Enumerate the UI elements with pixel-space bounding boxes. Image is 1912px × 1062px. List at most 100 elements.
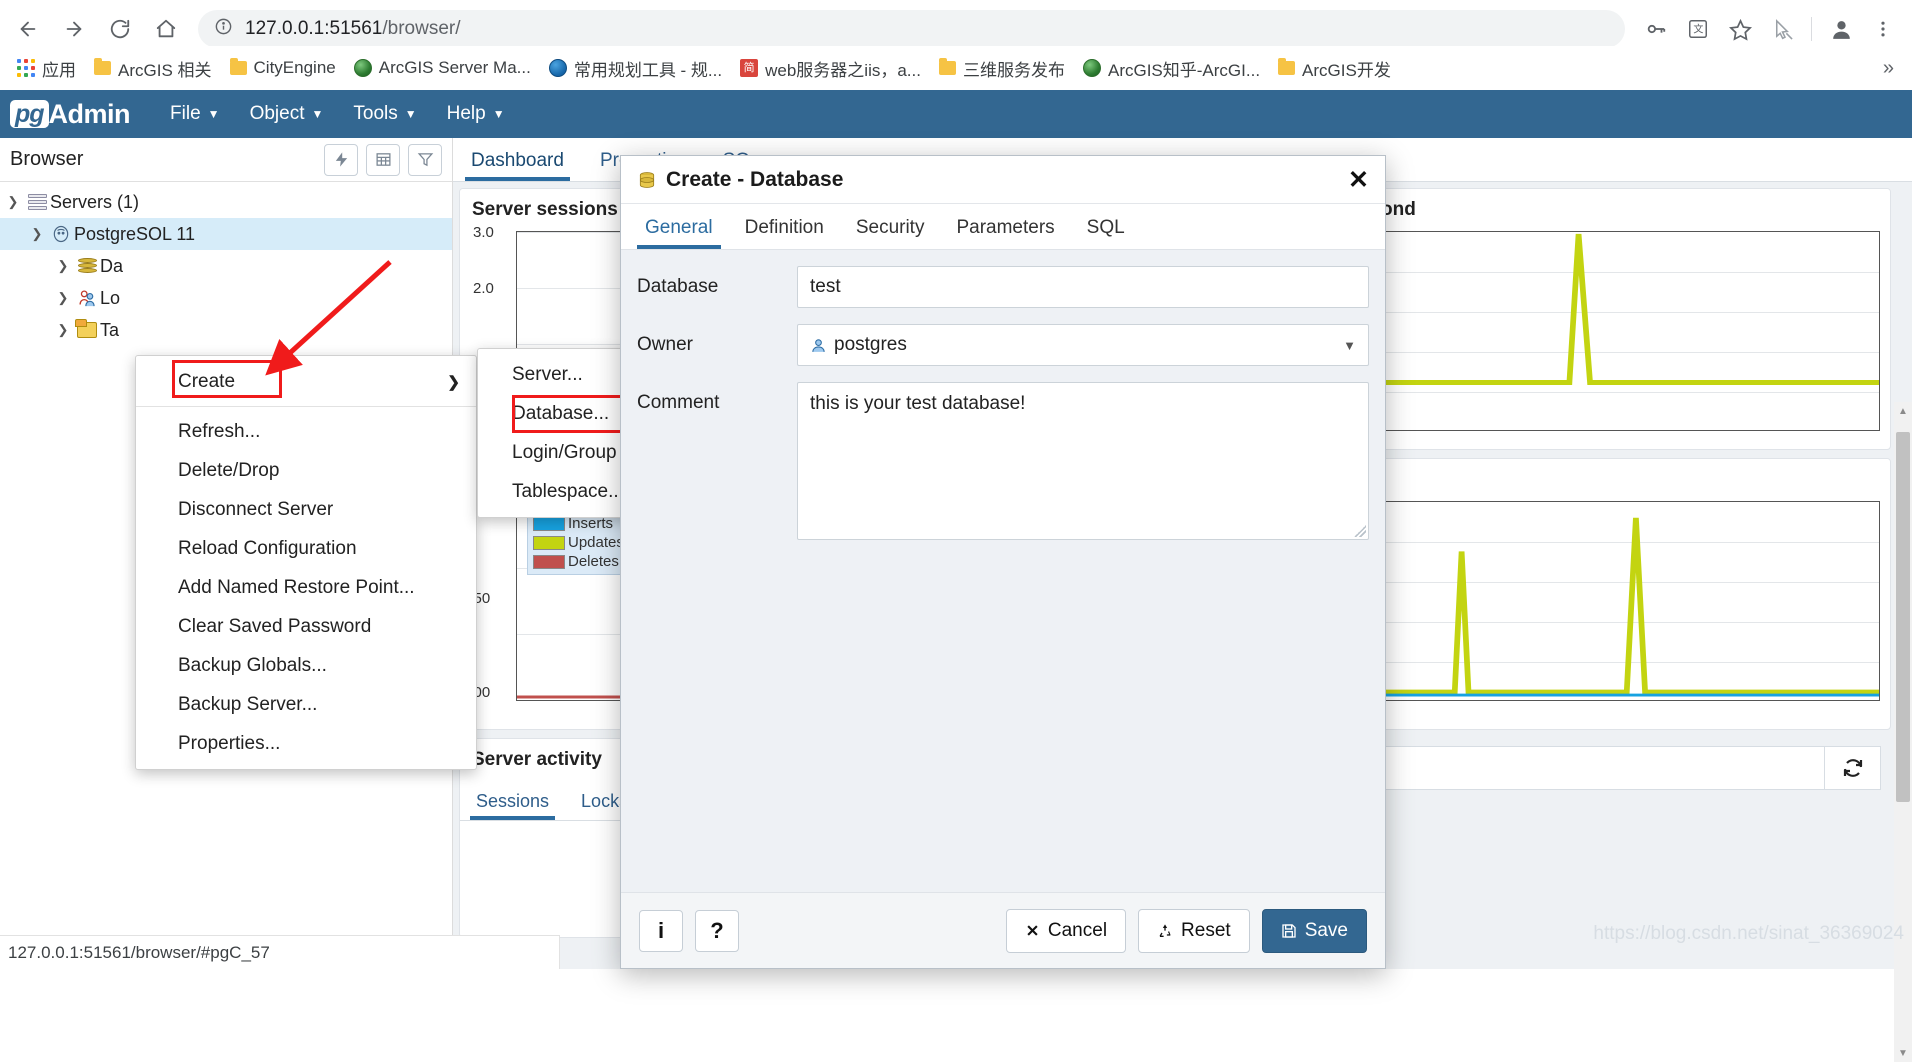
profile-icon[interactable]	[1823, 11, 1859, 47]
menu-tools-label: Tools	[353, 103, 397, 125]
address-bar[interactable]: 127.0.0.1:51561/browser/	[198, 10, 1625, 48]
bookmark-planning-tools[interactable]: 常用规划工具 - 规...	[540, 53, 731, 83]
postgres-elephant-icon	[48, 224, 74, 244]
home-icon[interactable]	[148, 11, 184, 47]
scroll-up-icon[interactable]: ▲	[1894, 402, 1912, 420]
context-menu-item-properties[interactable]: Properties...	[136, 724, 476, 763]
dashboard-scrollbar[interactable]: ▲ ▼	[1894, 402, 1912, 1062]
dialog-tab-security[interactable]: Security	[840, 209, 941, 249]
folder-icon	[94, 61, 111, 75]
pgadmin-logo: pg Admin	[10, 99, 130, 130]
context-menu-item-delete-drop[interactable]: Delete/Drop	[136, 451, 476, 490]
scrollbar-thumb[interactable]	[1896, 432, 1910, 802]
grid-icon[interactable]	[366, 144, 400, 176]
bookmark-arcgis-server-manager[interactable]: ArcGIS Server Ma...	[345, 53, 540, 83]
databases-icon	[74, 258, 100, 275]
key-icon[interactable]	[1638, 11, 1674, 47]
dialog-footer: i ? Cancel Reset Save	[621, 892, 1385, 968]
translate-icon[interactable]: 文	[1680, 11, 1716, 47]
bookmark-cityengine[interactable]: CityEngine	[221, 53, 345, 83]
owner-value: postgres	[834, 334, 907, 356]
resize-grip-icon[interactable]	[1354, 525, 1366, 537]
context-menu-item-clear-saved-password[interactable]: Clear Saved Password	[136, 607, 476, 646]
context-menu-item-reload-configuration[interactable]: Reload Configuration	[136, 529, 476, 568]
reload-icon[interactable]	[102, 11, 138, 47]
scroll-down-icon[interactable]: ▼	[1894, 1044, 1912, 1062]
url-path: /browser/	[382, 18, 460, 39]
bookmark-label: 应用	[42, 56, 76, 81]
dialog-tab-sql[interactable]: SQL	[1071, 209, 1141, 249]
chevron-right-icon[interactable]: ❯	[52, 290, 74, 306]
comment-textarea[interactable]: this is your test database!	[797, 382, 1369, 540]
tab-sessions[interactable]: Sessions	[460, 785, 565, 820]
menu-dots-icon[interactable]	[1865, 11, 1901, 47]
context-menu-item-disconnect-server[interactable]: Disconnect Server	[136, 490, 476, 529]
url-host: 127.0.0.1:51561	[245, 18, 382, 39]
back-arrow-icon[interactable]	[10, 11, 46, 47]
bookmark-web-server-iis[interactable]: 简 web服务器之iis，a...	[731, 53, 930, 83]
bookmark-arcgis-zhihu[interactable]: ArcGIS知乎-ArcGI...	[1074, 53, 1269, 83]
tab-dashboard[interactable]: Dashboard	[453, 142, 582, 181]
field-row-owner: Owner postgres ▼	[637, 324, 1369, 366]
bookmark-label: ArcGIS Server Ma...	[379, 58, 531, 78]
context-menu-item-refresh[interactable]: Refresh...	[136, 412, 476, 451]
info-button[interactable]: i	[639, 910, 683, 952]
y-tick-label: 3.0	[473, 224, 494, 241]
bookmark-arcgis-related[interactable]: ArcGIS 相关	[85, 53, 221, 83]
bookmark-arcgis-dev[interactable]: ArcGIS开发	[1269, 53, 1400, 83]
dialog-title-text: Create - Database	[666, 168, 843, 192]
reset-button[interactable]: Reset	[1138, 909, 1250, 953]
tablespaces-icon	[74, 322, 100, 338]
filter-icon[interactable]	[408, 144, 442, 176]
menu-help[interactable]: Help ▼	[433, 97, 519, 131]
help-button[interactable]: ?	[695, 910, 739, 952]
chevron-right-icon[interactable]: ❯	[52, 258, 74, 274]
chevron-down-icon[interactable]: ❯	[2, 194, 24, 210]
cancel-label: Cancel	[1048, 920, 1107, 942]
dialog-tabs: General Definition Security Parameters S…	[621, 204, 1385, 250]
menu-tools[interactable]: Tools ▼	[339, 97, 430, 131]
tree-node-postgresql-11[interactable]: ❯ PostgreSOL 11	[0, 218, 452, 250]
chevron-down-icon[interactable]: ❯	[26, 226, 48, 242]
svg-text:文: 文	[1693, 23, 1703, 36]
chevron-down-icon[interactable]: ▼	[1343, 338, 1356, 353]
context-menu-item-backup-globals[interactable]: Backup Globals...	[136, 646, 476, 685]
tree-node-label: Servers (1)	[50, 192, 139, 213]
context-menu-item-backup-server[interactable]: Backup Server...	[136, 685, 476, 724]
address-bar-url: 127.0.0.1:51561/browser/	[245, 18, 461, 40]
cancel-button[interactable]: Cancel	[1006, 909, 1126, 953]
browser-panel-tools	[324, 144, 442, 176]
cursor-icon[interactable]	[1764, 11, 1800, 47]
bookmark-apps[interactable]: 应用	[8, 53, 85, 83]
forward-arrow-icon[interactable]	[56, 11, 92, 47]
dialog-tab-general[interactable]: General	[629, 209, 729, 249]
dialog-title-bar: Create - Database ✕	[621, 156, 1385, 204]
save-button[interactable]: Save	[1262, 909, 1367, 953]
dialog-tab-parameters[interactable]: Parameters	[940, 209, 1070, 249]
tree-node-login-roles[interactable]: ❯ Lo	[0, 282, 452, 314]
owner-select[interactable]: postgres ▼	[797, 324, 1369, 366]
chevron-right-icon[interactable]: ❯	[52, 322, 74, 338]
close-icon[interactable]: ✕	[1348, 165, 1369, 195]
bookmarks-overflow-button[interactable]: »	[1873, 57, 1904, 80]
owner-label: Owner	[637, 324, 797, 356]
context-menu-item-create[interactable]: Create ❯	[136, 362, 476, 401]
tree-node-servers[interactable]: ❯ Servers (1)	[0, 186, 452, 218]
chevron-down-icon: ▼	[311, 107, 323, 121]
menu-object[interactable]: Object ▼	[236, 97, 338, 131]
lightning-icon[interactable]	[324, 144, 358, 176]
database-name-input[interactable]: test	[797, 266, 1369, 308]
object-tree: ❯ Servers (1) ❯ PostgreSOL 11 ❯	[0, 182, 452, 346]
globe-blue-icon	[549, 59, 567, 77]
chevron-down-icon: ▼	[493, 107, 505, 121]
bookmark-3d-service-publish[interactable]: 三维服务发布	[930, 53, 1074, 83]
menu-file[interactable]: File ▼	[156, 97, 234, 131]
star-icon[interactable]	[1722, 11, 1758, 47]
refresh-icon[interactable]	[1824, 747, 1880, 789]
dialog-tab-definition[interactable]: Definition	[729, 209, 840, 249]
context-menu-item-add-named-restore-point[interactable]: Add Named Restore Point...	[136, 568, 476, 607]
browser-panel-header: Browser	[0, 138, 452, 182]
tree-node-databases[interactable]: ❯ Da	[0, 250, 452, 282]
tree-node-tablespaces[interactable]: ❯ Ta	[0, 314, 452, 346]
info-circle-icon[interactable]	[214, 17, 233, 41]
